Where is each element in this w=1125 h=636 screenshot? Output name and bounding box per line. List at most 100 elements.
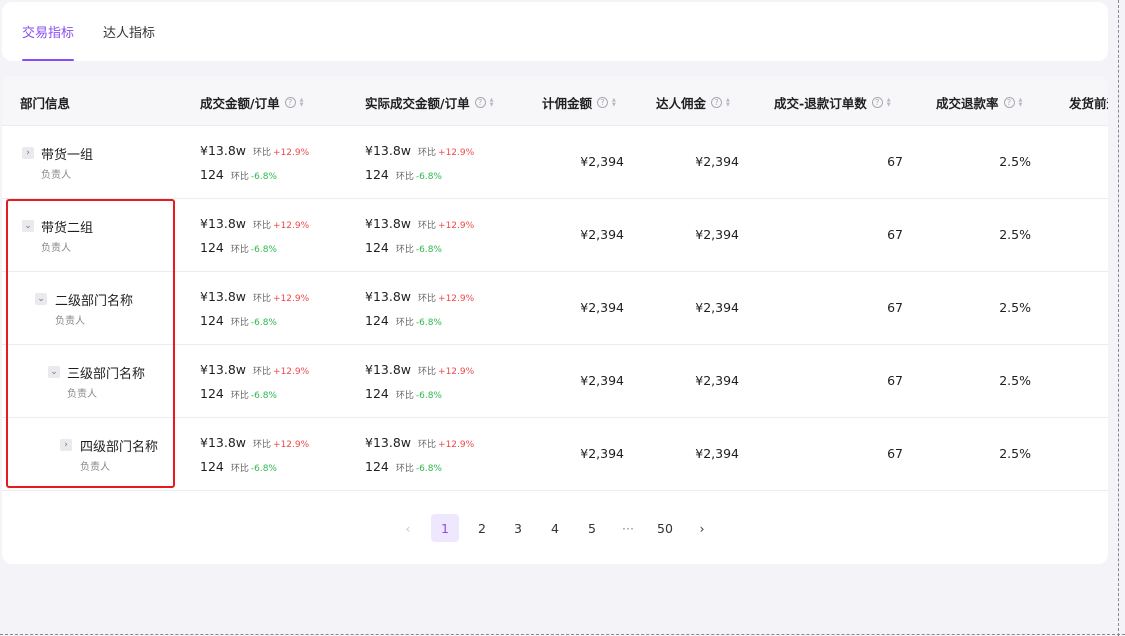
actual-gmv-metric: ¥13.8w 环比 +12.9% [365, 435, 474, 450]
page-4-button[interactable]: 4 [541, 514, 569, 542]
active-tab-indicator [22, 59, 74, 61]
net-orders-value: 67 [887, 373, 903, 388]
dept-owner: 负责人 [41, 243, 71, 254]
dept-name: 带货二组 [41, 221, 94, 236]
net-orders-value: 67 [887, 154, 903, 169]
actual-gmv-metric: ¥13.8w 环比 +12.9% [365, 289, 474, 304]
column-header-refund-rate[interactable]: 成交退款率 ? ▲ ▼ [936, 93, 1022, 112]
collapse-icon[interactable]: ⌄ [48, 366, 60, 378]
sort-icon[interactable]: ▲ ▼ [1019, 97, 1023, 108]
gmv-value: ¥13.8w [200, 435, 247, 450]
column-header-creator-commission[interactable]: 达人佣金 ? ▲ ▼ [656, 93, 730, 112]
change-down: -6.8% [250, 464, 277, 474]
actual-orders-metric: 124 环比 -6.8% [365, 240, 442, 255]
compare-label: 环比 [230, 391, 249, 401]
column-header-net-orders[interactable]: 成交-退款订单数 ? ▲ ▼ [774, 93, 891, 112]
commission-base-value: ¥2,394 [580, 227, 624, 242]
help-icon[interactable]: ? [284, 97, 296, 108]
table-row: ⌄ 二级部门名称 负责人 ¥13.8w 环比 +12.9% 124 环比 -6.8% ¥… [2, 272, 1108, 345]
column-header-actual-gmv-orders[interactable]: 实际成交金额/订单 ? ▲ ▼ [365, 93, 493, 112]
data-table: 部门信息 成交金额/订单 ? ▲ ▼ 实际成交金额/订单 ? ▲ ▼ 计佣金额 ? … [2, 76, 1108, 564]
help-icon[interactable]: ? [597, 97, 609, 108]
creator-commission-value: ¥2,394 [695, 373, 739, 388]
collapse-icon[interactable]: ⌄ [22, 220, 34, 232]
change-up: +12.9% [438, 367, 475, 377]
column-header-label: 发货前退款 [1069, 96, 1108, 111]
dept-owner: 负责人 [41, 170, 71, 181]
compare-label: 环比 [395, 172, 414, 182]
column-header-pre-ship-refund[interactable]: 发货前退款 [1069, 93, 1108, 112]
page-50-button[interactable]: 50 [650, 514, 680, 542]
help-icon[interactable]: ? [1003, 97, 1015, 108]
table-row: › 四级部门名称 负责人 ¥13.8w 环比 +12.9% 124 环比 -6.8% ¥… [2, 418, 1108, 491]
sort-icon[interactable]: ▲ ▼ [300, 97, 304, 108]
expand-icon[interactable]: › [22, 147, 34, 159]
compare-label: 环比 [395, 245, 414, 255]
actual-gmv-value: ¥13.8w [365, 289, 412, 304]
help-icon[interactable]: ? [711, 97, 723, 108]
compare-label: 环比 [253, 367, 272, 377]
help-icon[interactable]: ? [474, 97, 486, 108]
actual-gmv-metric: ¥13.8w 环比 +12.9% [365, 143, 474, 158]
orders-value: 124 [200, 313, 224, 328]
table-row: ⌄ 三级部门名称 负责人 ¥13.8w 环比 +12.9% 124 环比 -6.8% ¥… [2, 345, 1108, 418]
tab-creator-metrics[interactable]: 达人指标 [103, 25, 155, 43]
creator-commission-value: ¥2,394 [695, 154, 739, 169]
commission-base-value: ¥2,394 [580, 154, 624, 169]
sort-icon[interactable]: ▲ ▼ [612, 97, 616, 108]
refund-rate-value: 2.5% [999, 373, 1031, 388]
net-orders-value: 67 [887, 300, 903, 315]
column-header-gmv-orders[interactable]: 成交金额/订单 ? ▲ ▼ [200, 93, 303, 112]
page-3-button[interactable]: 3 [504, 514, 532, 542]
actual-gmv-value: ¥13.8w [365, 216, 412, 231]
help-icon[interactable]: ? [871, 97, 883, 108]
compare-label: 环比 [418, 221, 437, 231]
column-header-commission-base[interactable]: 计佣金额 ? ▲ ▼ [542, 93, 616, 112]
refund-rate-value: 2.5% [999, 446, 1031, 461]
column-header-label: 成交-退款订单数 [774, 96, 867, 111]
page-5-button[interactable]: 5 [578, 514, 606, 542]
compare-label: 环比 [253, 221, 272, 231]
tab-trade-metrics[interactable]: 交易指标 [22, 25, 74, 43]
sort-icon[interactable]: ▲ ▼ [490, 97, 494, 108]
dept-name: 四级部门名称 [80, 440, 159, 455]
compare-label: 环比 [253, 148, 272, 158]
orders-metric: 124 环比 -6.8% [200, 167, 277, 182]
orders-metric: 124 环比 -6.8% [200, 240, 277, 255]
change-up: +12.9% [438, 294, 475, 304]
compare-label: 环比 [418, 440, 437, 450]
creator-commission-value: ¥2,394 [695, 227, 739, 242]
compare-label: 环比 [230, 245, 249, 255]
compare-label: 环比 [418, 148, 437, 158]
change-down: -6.8% [415, 245, 442, 255]
collapse-icon[interactable]: ⌄ [35, 293, 47, 305]
frame-border-bottom [0, 634, 1125, 635]
orders-metric: 124 环比 -6.8% [200, 459, 277, 474]
commission-base-value: ¥2,394 [580, 446, 624, 461]
change-up: +12.9% [273, 148, 310, 158]
compare-label: 环比 [230, 464, 249, 474]
page-ellipsis[interactable]: ··· [614, 514, 642, 542]
compare-label: 环比 [395, 391, 414, 401]
sort-icon[interactable]: ▲ ▼ [887, 97, 891, 108]
commission-base-value: ¥2,394 [580, 373, 624, 388]
sort-icon[interactable]: ▲ ▼ [726, 97, 730, 108]
change-up: +12.9% [273, 221, 310, 231]
commission-base-value: ¥2,394 [580, 300, 624, 315]
gmv-value: ¥13.8w [200, 362, 247, 377]
change-down: -6.8% [250, 245, 277, 255]
column-header-label: 达人佣金 [656, 96, 707, 111]
change-up: +12.9% [273, 367, 310, 377]
prev-page-button[interactable]: ‹ [396, 514, 420, 542]
change-down: -6.8% [250, 318, 277, 328]
dept-owner: 负责人 [55, 316, 85, 327]
column-header-dept: 部门信息 [20, 93, 70, 112]
dept-owner: 负责人 [67, 389, 97, 400]
change-up: +12.9% [438, 440, 475, 450]
expand-icon[interactable]: › [60, 439, 72, 451]
next-page-button[interactable]: › [690, 514, 714, 542]
page-2-button[interactable]: 2 [468, 514, 496, 542]
compare-label: 环比 [230, 172, 249, 182]
change-down: -6.8% [415, 172, 442, 182]
page-1-button[interactable]: 1 [431, 514, 459, 542]
